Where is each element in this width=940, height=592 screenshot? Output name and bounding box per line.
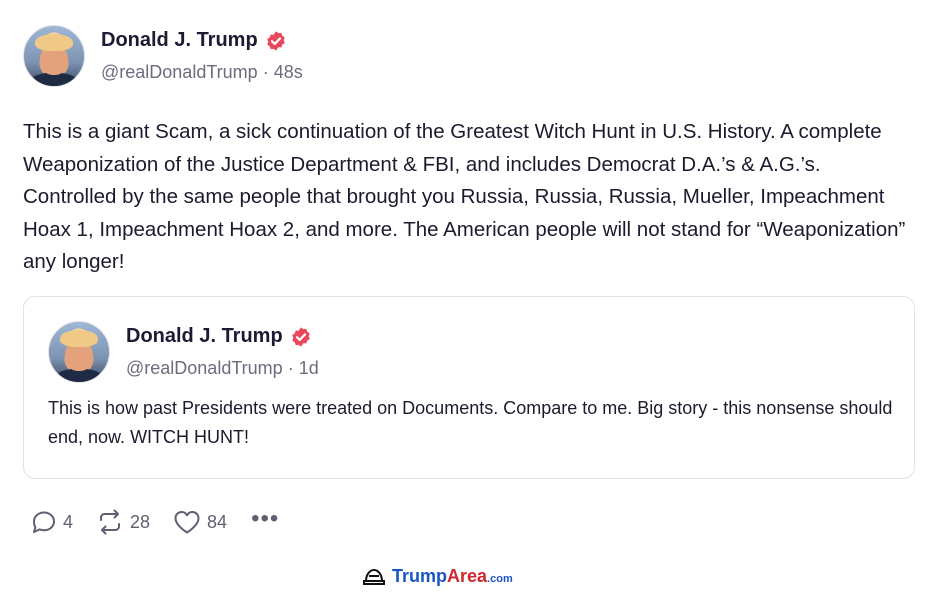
meta-separator: · (287, 358, 294, 378)
post-text: This is a giant Scam, a sick continuatio… (23, 120, 906, 273)
quoted-post[interactable]: Donald J. Trump @realDonaldTrump · 1d Th… (23, 296, 915, 479)
more-icon: ••• (251, 505, 280, 532)
author-meta: @realDonaldTrump · 48s (101, 62, 303, 83)
author-name[interactable]: Donald J. Trump (101, 29, 258, 52)
author-avatar[interactable] (23, 25, 85, 87)
quoted-author-handle[interactable]: @realDonaldTrump (126, 358, 283, 378)
author-handle[interactable]: @realDonaldTrump (101, 62, 258, 82)
like-count: 84 (207, 511, 228, 532)
watermark-word-area: Area (447, 566, 488, 586)
author-name-row: Donald J. Trump (101, 29, 287, 52)
repost-count: 28 (130, 511, 151, 532)
verified-badge-icon (290, 326, 312, 348)
hat-logo-icon (363, 568, 385, 585)
watermark-logo: TrumpArea.com (362, 566, 513, 587)
post-time[interactable]: 48s (274, 62, 303, 82)
action-bar: 4 28 84 ••• (30, 505, 301, 536)
repost-button[interactable]: 28 (95, 508, 150, 536)
quoted-post-time[interactable]: 1d (299, 358, 319, 378)
reply-icon (33, 511, 55, 533)
quoted-post-text: This is how past Presidents were treated… (48, 398, 893, 447)
meta-separator: · (262, 62, 269, 82)
more-options-button[interactable]: ••• (251, 505, 279, 533)
quoted-author-avatar[interactable] (48, 321, 110, 383)
repost-icon (100, 509, 121, 535)
like-button[interactable]: 84 (172, 508, 227, 536)
post-card: Donald J. Trump @realDonaldTrump · 48s T… (0, 0, 940, 592)
heart-icon (174, 511, 200, 534)
watermark-word-trump: Trump (392, 566, 448, 586)
reply-button[interactable]: 4 (30, 508, 73, 536)
reply-count: 4 (63, 511, 74, 532)
quoted-author-name-row: Donald J. Trump (126, 325, 312, 348)
watermark-suffix: .com (487, 573, 513, 585)
quoted-author-meta: @realDonaldTrump · 1d (126, 358, 319, 379)
verified-badge-icon (265, 30, 287, 52)
quoted-author-name[interactable]: Donald J. Trump (126, 325, 283, 348)
